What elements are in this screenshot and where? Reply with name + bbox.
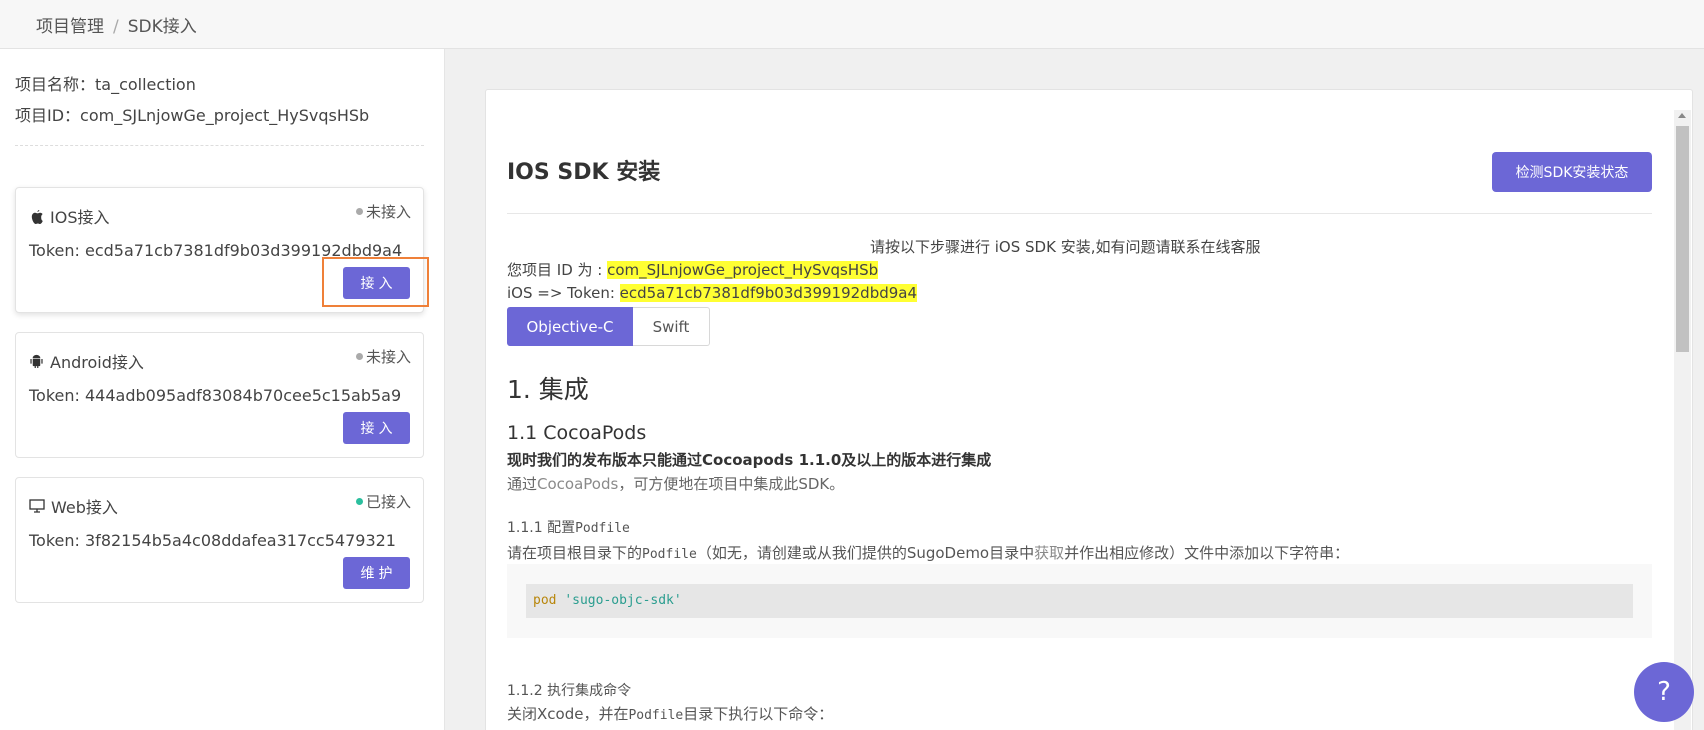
maintain-button-web[interactable]: 维护	[343, 557, 410, 589]
status-dot	[355, 353, 363, 360]
token-value: ecd5a71cb7381df9b03d399192dbd9a4	[619, 284, 918, 302]
sidebar-divider	[15, 145, 424, 146]
project-id-value: com_SJLnjowGe_project_HySvqsHSb	[607, 261, 879, 279]
card-token: Token: 3f82154b5a4c08ddafea317cc5479321	[29, 531, 396, 550]
install-instruction: 关闭Xcode，并在Podfile目录下执行以下命令：	[507, 703, 833, 724]
status-dot	[355, 498, 363, 505]
text: 目录下执行以下命令：	[683, 705, 834, 723]
code-string: 'sugo-objc-sdk'	[564, 593, 682, 608]
language-tabs: Objective-C Swift	[507, 307, 710, 346]
card-label: Web接入	[51, 498, 118, 517]
status-text: 未接入	[365, 348, 411, 366]
project-id: 项目ID：com_SJLnjowGe_project_HySvqsHSb	[15, 106, 370, 125]
code-line[interactable]: pod 'sugo-objc-sdk'	[526, 584, 1633, 618]
inline-code: Podfile	[575, 521, 630, 536]
help-button[interactable]: ?	[1634, 662, 1694, 722]
code-block: pod 'sugo-objc-sdk'	[507, 564, 1652, 638]
status-text: 未接入	[365, 203, 411, 221]
tab-objective-c[interactable]: Objective-C	[507, 307, 633, 346]
card-header: IOS接入	[29, 204, 109, 228]
breadcrumb: 项目管理 / SDK接入	[36, 12, 197, 37]
card-token: Token: 444adb095adf83084b70cee5c15ab5a9	[29, 386, 402, 405]
token-line: iOS => Token: ecd5a71cb7381df9b03d399192…	[507, 284, 918, 302]
text: （如无，请创建或从我们提供的SugoDemo目录中	[696, 544, 1035, 562]
status-badge: 未接入	[355, 201, 411, 222]
status-text: 已接入	[365, 493, 411, 511]
breadcrumb-separator: /	[113, 17, 119, 37]
podfile-instruction: 请在项目根目录下的Podfile（如无，请创建或从我们提供的SugoDemo目录…	[507, 542, 1349, 563]
monitor-icon	[29, 499, 45, 513]
project-id-line: 您项目 ID 为 : com_SJLnjowGe_project_HySvqsH…	[507, 259, 879, 280]
intro-text: 请按以下步骤进行 iOS SDK 安装,如有问题请联系在线客服	[870, 238, 1261, 256]
project-info: 项目名称：ta_collection 项目ID：com_SJLnjowGe_pr…	[15, 69, 369, 131]
cocoapods-description: 通过CocoaPods，可方便地在项目中集成此SDK。	[507, 473, 844, 494]
card-label: IOS接入	[50, 208, 110, 227]
subsection-heading-podfile: 1.1.1 配置Podfile	[507, 517, 630, 537]
text: 关闭Xcode，并在	[507, 705, 629, 723]
text: 请在项目根目录下的	[507, 544, 643, 562]
version-note: 现时我们的发布版本只能通过Cocoapods 1.1.0及以上的版本进行集成	[507, 451, 992, 469]
apple-icon	[31, 209, 43, 224]
sdk-card-android[interactable]: Android接入 未接入 Token: 444adb095adf83084b7…	[15, 332, 424, 458]
status-dot	[355, 208, 363, 215]
subsection-heading-install: 1.1.2 执行集成命令	[507, 683, 632, 699]
project-id-label: 您项目 ID 为 :	[507, 261, 608, 279]
top-bar: 项目管理 / SDK接入	[0, 0, 1704, 49]
breadcrumb-project-management[interactable]: 项目管理	[36, 17, 104, 37]
project-name: 项目名称：ta_collection	[15, 75, 196, 94]
text: 通过	[507, 475, 538, 493]
card-header: Android接入	[29, 349, 144, 373]
sidebar: 项目名称：ta_collection 项目ID：com_SJLnjowGe_pr…	[0, 49, 445, 730]
title-divider	[507, 213, 1652, 214]
check-sdk-status-button[interactable]: 检测SDK安装状态	[1492, 152, 1652, 192]
status-badge: 未接入	[355, 346, 411, 367]
token-label: iOS => Token:	[507, 284, 620, 302]
section-heading-cocoapods: 1.1 CocoaPods	[507, 422, 647, 444]
text: 并作出相应修改）文件中添加以下字符串：	[1064, 544, 1350, 562]
card-label: Android接入	[50, 353, 144, 372]
scrollbar[interactable]	[1674, 110, 1691, 730]
section-heading-integration: 1. 集成	[507, 375, 589, 404]
inline-code: Podfile	[628, 708, 684, 723]
text: ，可方便地在项目中集成此SDK。	[618, 475, 845, 493]
breadcrumb-sdk: SDK接入	[127, 17, 197, 37]
scroll-up-arrow-icon[interactable]	[1678, 113, 1686, 118]
inline-code: Podfile	[642, 547, 697, 562]
connect-button-android[interactable]: 接入	[343, 412, 410, 444]
code-keyword: pod	[533, 593, 557, 608]
sdk-card-web[interactable]: Web接入 已接入 Token: 3f82154b5a4c08ddafea317…	[15, 477, 424, 603]
scroll-thumb[interactable]	[1676, 126, 1689, 352]
cocoapods-link[interactable]: CocoaPods	[537, 475, 618, 493]
tab-swift[interactable]: Swift	[633, 307, 710, 346]
text: 1.1.1 配置	[507, 520, 576, 536]
android-icon	[30, 354, 43, 369]
page-title: IOS SDK 安装	[507, 160, 661, 185]
card-header: Web接入	[29, 494, 118, 518]
get-demo-link[interactable]: 获取	[1034, 544, 1064, 562]
status-badge: 已接入	[355, 491, 411, 512]
annotation-box-ios-connect	[322, 257, 429, 307]
